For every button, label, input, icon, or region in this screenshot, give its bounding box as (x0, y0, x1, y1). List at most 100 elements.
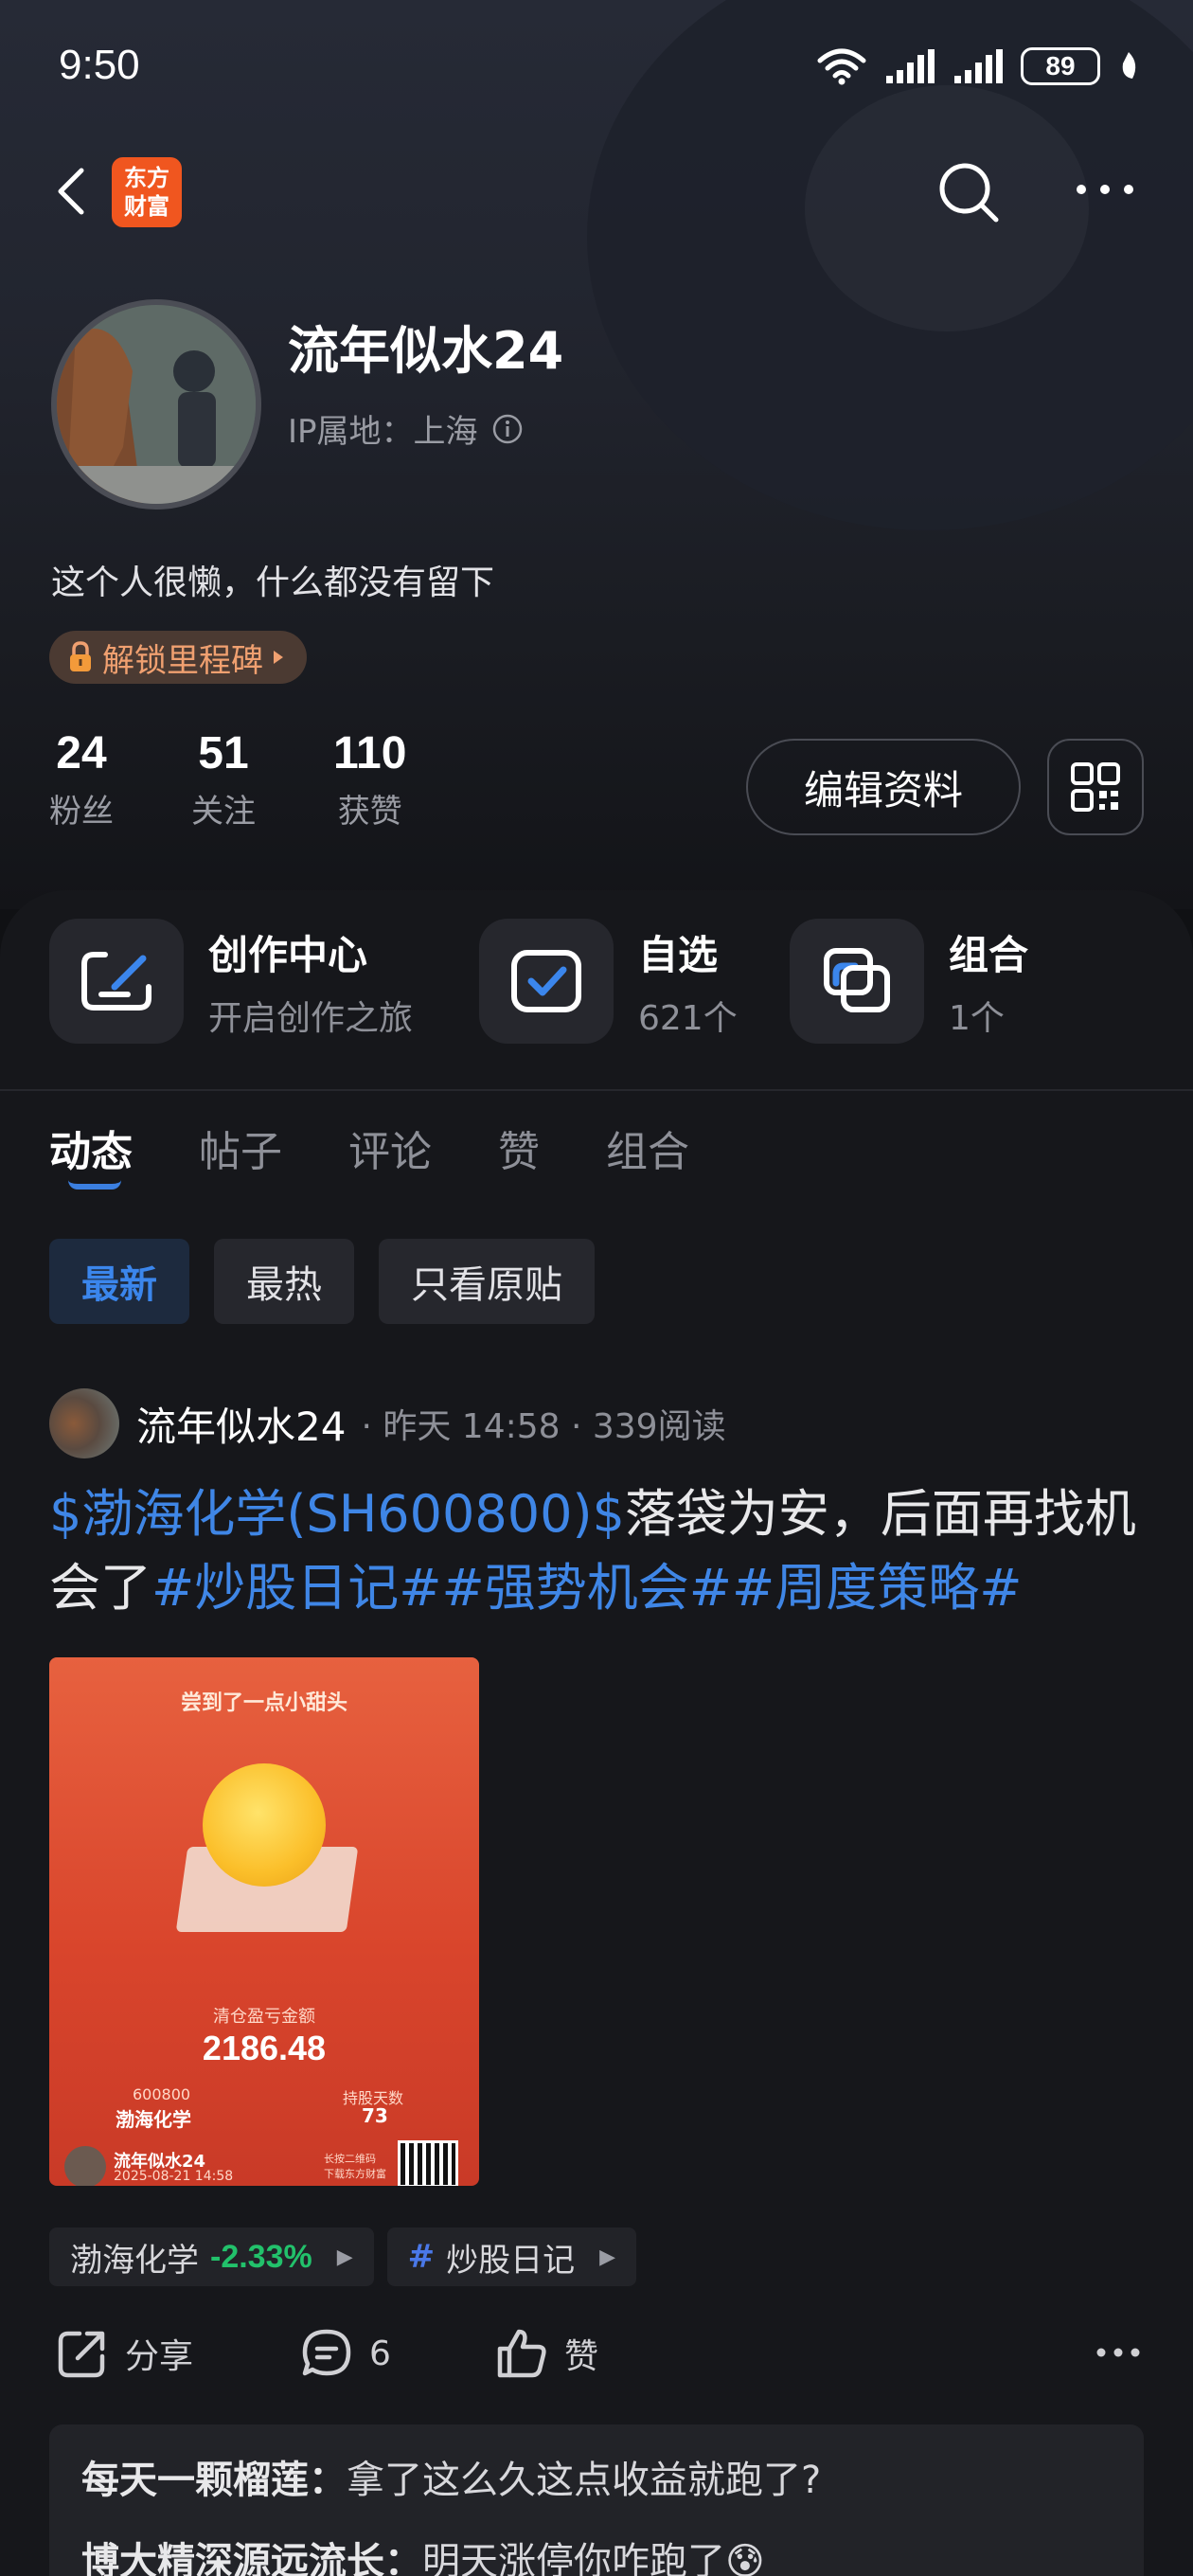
image-stock-code: 600800 (133, 2085, 191, 2103)
tab-likes[interactable]: 赞 (498, 1118, 540, 1178)
post-body[interactable]: $渤海化学(SH600800)$落袋为安，后面再找机会了#炒股日记##强势机会#… (49, 1477, 1148, 1625)
shortcut-title: 创作中心 (208, 931, 368, 978)
stock-tag-name: 渤海化学 (70, 2241, 199, 2280)
post-author-avatar[interactable] (49, 1388, 119, 1458)
image-hint-line1: 长按二维码 (324, 2153, 376, 2165)
comment-text: 拿了这么久这点收益就跑了? (347, 2459, 822, 2502)
image-hint-line2: 下载东方财富 (324, 2168, 386, 2180)
stock-link[interactable]: $渤海化学(SH600800)$ (49, 1484, 625, 1544)
filter-latest[interactable]: 最新 (49, 1239, 189, 1324)
tab-posts[interactable]: 帖子 (199, 1118, 282, 1178)
filter-hot[interactable]: 最热 (214, 1239, 354, 1324)
topic-tag-name: 炒股日记 (446, 2241, 576, 2280)
wifi-icon (817, 48, 866, 85)
stat-value: 24 (56, 728, 107, 778)
edit-profile-button[interactable]: 编辑资料 (746, 739, 1021, 835)
smiley-emoji-icon (203, 1763, 326, 1887)
shortcut-subtitle: 1个 (949, 998, 1005, 1038)
comment-button[interactable]: 6 (299, 2326, 391, 2381)
stat-following[interactable]: 51 关注 (191, 727, 256, 832)
milestone-button[interactable]: 解锁里程碑 (49, 631, 307, 684)
post-more-icon[interactable] (1095, 2343, 1142, 2362)
post-tags: 渤海化学 -2.33% ▶ # 炒股日记 ▶ (49, 2227, 637, 2286)
shortcut-subtitle: 621个 (638, 998, 738, 1038)
stat-likes[interactable]: 110 获赞 (333, 727, 406, 832)
profile-avatar[interactable] (51, 299, 261, 510)
profile-stats: 24 粉丝 51 关注 110 获赞 (49, 727, 484, 832)
stat-followers[interactable]: 24 粉丝 (49, 727, 114, 832)
watchlist-icon-box (479, 919, 614, 1044)
milestone-label: 解锁里程碑 (102, 641, 263, 680)
like-button[interactable]: 赞 (494, 2326, 598, 2381)
stat-value: 51 (198, 728, 249, 778)
like-label: 赞 (564, 2337, 599, 2376)
status-icons: 89 (816, 47, 1140, 85)
image-stock-name: 渤海化学 (116, 2108, 191, 2131)
app-logo-line1: 东方 (124, 165, 169, 191)
comment-user: 博大精深源远流长： (81, 2540, 422, 2576)
content-tabs: 动态 帖子 评论 赞 组合 (49, 1118, 756, 1178)
stat-label: 获赞 (337, 793, 402, 831)
share-label: 分享 (125, 2337, 194, 2376)
signal-icon (886, 49, 935, 83)
comment-icon (302, 2329, 351, 2376)
status-bar: 9:50 89 (0, 0, 1193, 133)
comment-item[interactable]: 每天一颗榴莲：拿了这么久这点收益就跑了? (81, 2449, 821, 2504)
shortcut-creation-center[interactable]: 创作中心 开启创作之旅 (49, 919, 413, 1044)
nav-bar: 东方 财富 (0, 152, 1193, 227)
image-amount: 2186.48 (202, 2029, 327, 2067)
hashtag-links[interactable]: #炒股日记##强势机会##周度策略# (151, 1558, 1022, 1618)
tab-activity[interactable]: 动态 (49, 1118, 133, 1178)
caret-right-icon (274, 651, 283, 664)
search-icon[interactable] (935, 159, 1002, 225)
post-actions: 分享 6 赞 (49, 2326, 1148, 2392)
avatar-image (57, 305, 256, 504)
more-icon[interactable] (1072, 170, 1138, 208)
topic-tag[interactable]: # 炒股日记 ▶ (386, 2227, 637, 2286)
back-icon[interactable] (49, 163, 97, 220)
post-author[interactable]: 流年似水24 (136, 1395, 346, 1453)
filter-original-only[interactable]: 只看原贴 (379, 1239, 595, 1324)
stock-tag-change: -2.33% (210, 2238, 312, 2275)
checkbox-icon (511, 950, 581, 1012)
active-tab-indicator (68, 1180, 121, 1190)
shortcut-subtitle: 开启创作之旅 (208, 998, 414, 1038)
stock-tag[interactable]: 渤海化学 -2.33% ▶ (49, 2227, 374, 2286)
creation-icon-box (49, 919, 184, 1044)
shortcut-portfolio[interactable]: 组合 1个 (790, 919, 1028, 1044)
portfolio-icon (824, 948, 890, 1012)
app-logo[interactable]: 东方 财富 (112, 157, 182, 227)
post-header: 流年似水24 · 昨天 14:58 · 339阅读 (49, 1388, 726, 1458)
share-icon (58, 2331, 105, 2378)
lock-icon (70, 641, 91, 671)
tab-portfolio[interactable]: 组合 (606, 1118, 689, 1178)
share-button[interactable]: 分享 (55, 2326, 193, 2381)
tab-comments[interactable]: 评论 (348, 1118, 432, 1178)
comment-user: 每天一颗榴莲： (81, 2459, 347, 2502)
qr-code-button[interactable] (1047, 739, 1144, 835)
stat-value: 110 (333, 728, 407, 778)
qr-code-icon (1071, 762, 1120, 812)
image-user-avatar (64, 2146, 106, 2186)
ip-location: IP属地：上海 (288, 405, 524, 452)
image-qr-code (398, 2140, 458, 2186)
section-divider (0, 1089, 1193, 1091)
filter-chips: 最新 最热 只看原贴 (49, 1239, 595, 1324)
shortcut-title: 自选 (638, 931, 719, 978)
comment-text: 明天涨停你咋跑了😰 (422, 2540, 765, 2576)
shortcut-row: 创作中心 开启创作之旅 自选 621个 组合 1个 (0, 919, 1193, 1051)
image-days: 73 (362, 2104, 388, 2127)
hash-icon: # (407, 2238, 436, 2276)
info-icon[interactable] (491, 413, 524, 445)
status-time: 9:50 (59, 42, 140, 88)
signal-icon-2 (954, 49, 1003, 83)
battery-indicator: 89 (1021, 47, 1100, 85)
comment-preview[interactable]: 每天一颗榴莲：拿了这么久这点收益就跑了? 博大精深源远流长：明天涨停你咋跑了😰 (49, 2424, 1144, 2576)
comment-count: 6 (369, 2334, 391, 2373)
comment-item[interactable]: 博大精深源远流长：明天涨停你咋跑了😰 (81, 2531, 765, 2576)
image-hint: 长按二维码 下载东方财富 (324, 2152, 386, 2182)
app-logo-line2: 财富 (124, 193, 169, 220)
image-date: 2025-08-21 14:58 (114, 2169, 234, 2184)
post-image[interactable]: 尝到了一点小甜头 清仓盈亏金额 2186.48 600800 渤海化学 持股天数… (49, 1657, 479, 2186)
shortcut-watchlist[interactable]: 自选 621个 (479, 919, 738, 1044)
